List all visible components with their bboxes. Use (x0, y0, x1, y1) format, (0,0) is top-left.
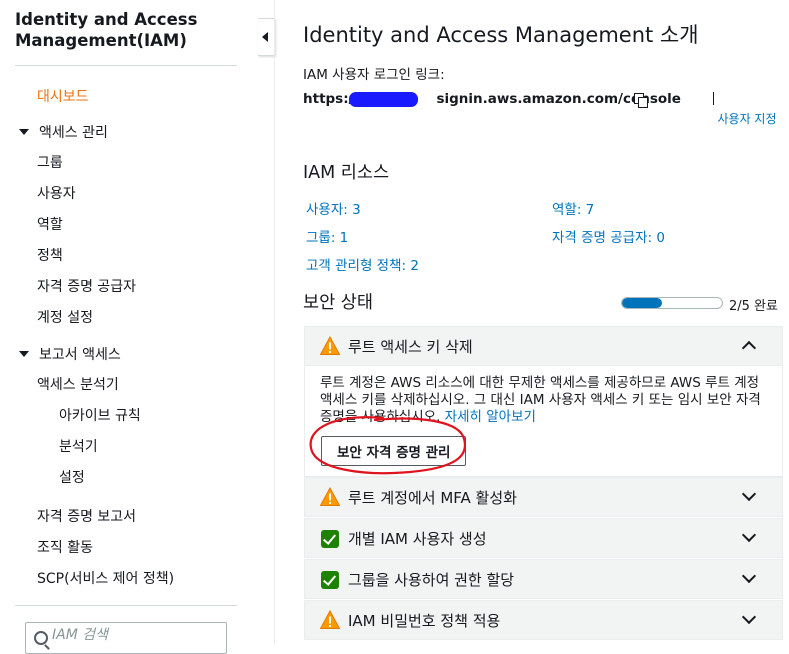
sidebar-collapse-button[interactable] (258, 18, 275, 56)
sidebar-item-roles[interactable]: 역할 (37, 216, 63, 234)
sidebar-item-access-analyzer[interactable]: 액세스 분석기 (37, 376, 119, 394)
sidebar-divider (15, 605, 237, 606)
search-input[interactable] (52, 627, 212, 643)
check-icon (321, 571, 339, 589)
sidebar-item-organization-activity[interactable]: 조직 활동 (37, 539, 93, 557)
security-item-password-policy[interactable]: IAM 비밀번호 정책 적용 (304, 600, 783, 640)
accordion-title: IAM 비밀번호 정책 적용 (348, 612, 501, 630)
accordion-header[interactable]: 그룹을 사용하여 권한 할당 (305, 560, 782, 598)
chevron-down-icon[interactable] (741, 609, 757, 625)
sidebar-group-label: 액세스 관리 (39, 125, 108, 141)
security-item-group-permissions[interactable]: 그룹을 사용하여 권한 할당 (304, 559, 783, 599)
accordion-title: 루트 액세스 키 삭제 (348, 338, 473, 356)
sidebar-item-credential-report[interactable]: 자격 증명 보고서 (37, 508, 136, 526)
check-icon (321, 530, 339, 548)
manage-security-credentials-button[interactable]: 보안 자격 증명 관리 (321, 436, 467, 466)
sidebar-search (25, 622, 227, 654)
warning-icon (320, 610, 340, 629)
accordion-title: 개별 IAM 사용자 생성 (348, 530, 487, 548)
search-icon (34, 631, 48, 645)
content-divider (274, 0, 275, 644)
sidebar-item-archive-rules[interactable]: 아카이브 규칙 (59, 407, 141, 425)
sidebar-divider (15, 65, 237, 66)
customize-link[interactable]: 사용자 지정 (716, 111, 778, 127)
sidebar-item-groups[interactable]: 그룹 (37, 154, 63, 172)
sidebar-title[interactable]: Identity and Access Management(IAM) (15, 9, 245, 51)
sidebar-item-policies[interactable]: 정책 (37, 247, 63, 265)
sidebar-item-dashboard[interactable]: 대시보드 (37, 88, 89, 106)
description-text: 루트 계정은 AWS 리소스에 대한 무제한 액세스를 제공하므로 AWS 루트… (320, 375, 761, 425)
security-progress-fill (622, 298, 662, 308)
security-item-individual-users[interactable]: 개별 IAM 사용자 생성 (304, 518, 783, 558)
resources-title: IAM 리소스 (303, 163, 390, 183)
sidebar-item-identity-providers[interactable]: 자격 증명 공급자 (37, 278, 136, 296)
resource-policies-link[interactable]: 고객 관리형 정책: 2 (306, 254, 419, 274)
chevron-down-icon[interactable] (741, 486, 757, 502)
signin-link-label: IAM 사용자 로그인 링크: (303, 67, 445, 83)
chevron-up-icon[interactable] (741, 340, 757, 356)
accordion-title: 그룹을 사용하여 권한 할당 (348, 571, 515, 589)
chevron-down-icon[interactable] (741, 568, 757, 584)
resource-roles-link[interactable]: 역할: 7 (552, 198, 594, 218)
accordion-header[interactable]: 개별 IAM 사용자 생성 (305, 519, 782, 557)
sidebar-item-analyzers[interactable]: 분석기 (59, 438, 98, 456)
separator (713, 92, 714, 105)
sidebar-group-access[interactable]: 액세스 관리 (19, 124, 108, 142)
warning-icon (320, 336, 340, 355)
accordion-description: 루트 계정은 AWS 리소스에 대한 무제한 액세스를 제공하므로 AWS 루트… (320, 375, 770, 426)
sidebar-item-scp[interactable]: SCP(서비스 제어 정책) (37, 570, 174, 588)
learn-more-link[interactable]: 자세히 알아보기 (445, 409, 536, 425)
copy-icon[interactable] (634, 93, 648, 108)
page-title: Identity and Access Management 소개 (303, 23, 699, 47)
security-progress-bar (621, 297, 723, 309)
resource-idp-link[interactable]: 자격 증명 공급자: 0 (552, 226, 665, 246)
accordion-header[interactable]: IAM 비밀번호 정책 적용 (305, 601, 782, 639)
sidebar-item-account-settings[interactable]: 계정 설정 (37, 309, 93, 327)
warning-icon (320, 487, 340, 506)
sidebar-group-reports[interactable]: 보고서 액세스 (19, 346, 121, 364)
caret-down-icon (19, 351, 29, 357)
sidebar-item-users[interactable]: 사용자 (37, 185, 76, 203)
resource-groups-link[interactable]: 그룹: 1 (306, 226, 348, 246)
accordion-title: 루트 계정에서 MFA 활성화 (348, 489, 517, 507)
resource-users-link[interactable]: 사용자: 3 (306, 198, 361, 218)
accordion-header[interactable]: 루트 액세스 키 삭제 (305, 327, 782, 365)
sidebar-item-analyzer-settings[interactable]: 설정 (59, 469, 85, 487)
redaction-mark (349, 92, 418, 107)
security-item-root-access-keys: 루트 액세스 키 삭제 루트 계정은 AWS 리소스에 대한 무제한 액세스를 … (304, 326, 783, 477)
sidebar-group-label: 보고서 액세스 (39, 347, 121, 363)
sidebar: Identity and Access Management(IAM) 대시보드… (0, 0, 255, 654)
security-status-title: 보안 상태 (303, 293, 373, 313)
caret-down-icon (19, 129, 29, 135)
chevron-down-icon[interactable] (741, 527, 757, 543)
caret-left-icon (262, 32, 268, 42)
security-item-root-mfa[interactable]: 루트 계정에서 MFA 활성화 (304, 477, 783, 517)
security-progress-text: 2/5 완료 (729, 299, 778, 314)
accordion-body: 루트 계정은 AWS 리소스에 대한 무제한 액세스를 제공하므로 AWS 루트… (305, 365, 782, 476)
accordion-header[interactable]: 루트 계정에서 MFA 활성화 (305, 478, 782, 516)
